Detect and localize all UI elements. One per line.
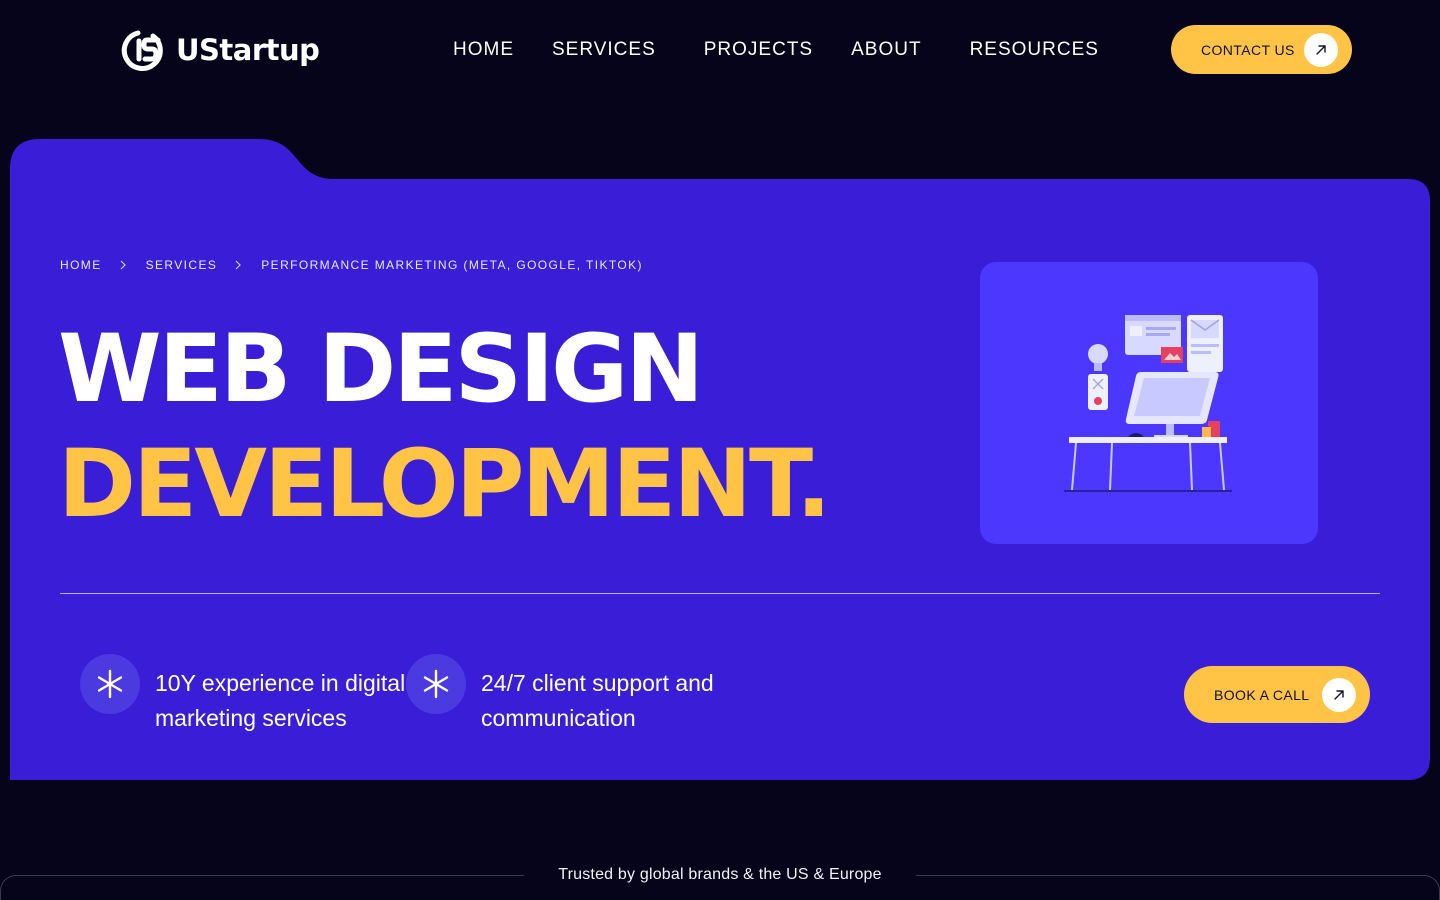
nav-resources[interactable]: RESOURCES [970,39,1099,61]
arrow-up-right-icon [1322,677,1356,712]
breadcrumb: HOME SERVICES PERFORMANCE MARKETING (MET… [60,257,643,273]
chevron-right-icon [235,260,242,270]
book-a-call-button[interactable]: BOOK A CALL [1184,666,1370,723]
illustration-card [980,262,1318,544]
contact-us-label: CONTACT US [1201,41,1295,58]
workspace-illustration [1064,315,1232,492]
title-line-2: DEVELOPMENT. [58,430,832,539]
feature-text: 24/7 client support and communication [481,670,714,731]
nav-services[interactable]: SERVICES [552,39,656,61]
feature-text: 10Y experience in digital marketing serv… [155,670,406,731]
chevron-right-icon [120,260,126,270]
nav-projects[interactable]: PROJECTS [704,39,813,61]
site-header: UStartup HOME SERVICES PROJECTS ABOUT RE… [0,0,1440,100]
asterisk-icon [80,654,140,714]
breadcrumb-home[interactable]: HOME [60,258,102,272]
arrow-up-right-icon [1304,32,1338,67]
asterisk-icon [406,654,466,714]
feature-experience: 10Y experience in digital marketing serv… [80,654,415,736]
feature-support: 24/7 client support and communication [406,654,741,736]
title-line-1: WEB DESIGN [58,315,704,424]
brand-logo[interactable]: UStartup [118,25,320,75]
nav-home[interactable]: HOME [453,39,514,61]
brand-name: UStartup [176,33,320,67]
contact-us-button[interactable]: CONTACT US [1171,25,1352,74]
trusted-by-text: Trusted by global brands & the US & Euro… [558,866,882,883]
us-logo-icon [121,30,163,71]
page-title: WEB DESIGN DEVELOPMENT. [58,312,832,542]
main-nav: HOME SERVICES PROJECTS ABOUT RESOURCES [453,36,1099,64]
book-a-call-label: BOOK A CALL [1214,686,1310,703]
nav-about[interactable]: ABOUT [851,39,921,61]
breadcrumb-current: PERFORMANCE MARKETING (META, GOOGLE, TIK… [261,258,643,272]
hero-divider [60,593,1380,594]
breadcrumb-services[interactable]: SERVICES [146,258,218,272]
